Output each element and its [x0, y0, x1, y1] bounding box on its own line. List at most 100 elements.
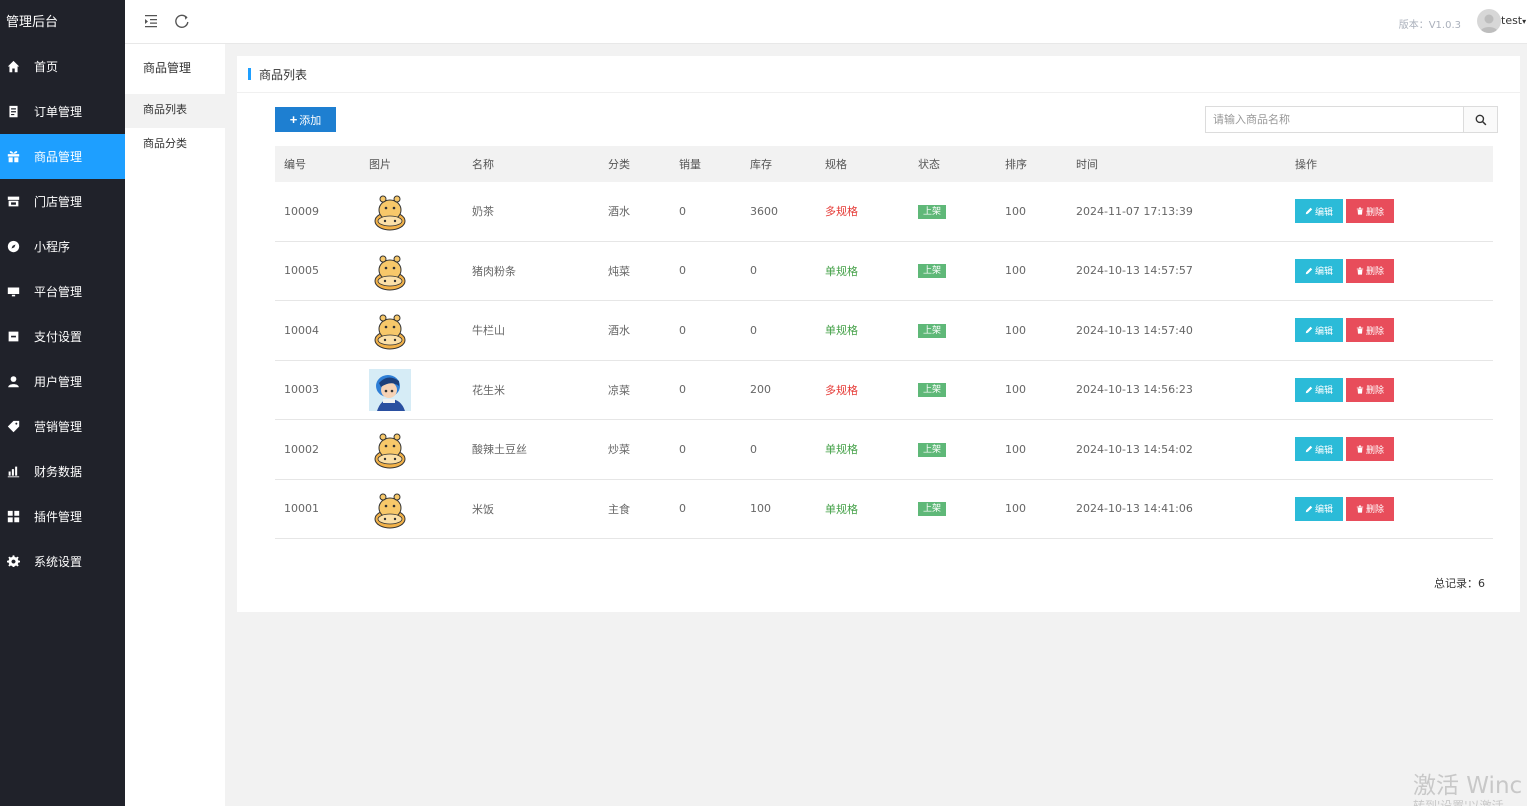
delete-button[interactable]: 删除 [1346, 258, 1394, 283]
cell-time: 2024-10-13 14:56:23 [1076, 383, 1193, 397]
user-avatar-icon [1480, 14, 1498, 33]
sidebar-item-label: 小程序 [34, 240, 71, 254]
sidebar-item-home[interactable]: 首页 [0, 44, 125, 89]
home-icon [6, 60, 20, 74]
status-badge: 上架 [918, 442, 947, 457]
cell-time: 2024-10-13 14:57:40 [1076, 323, 1193, 337]
plugin-icon [6, 510, 20, 524]
cell-id: 10003 [284, 383, 319, 397]
cell-time: 2024-10-13 14:41:06 [1076, 502, 1193, 516]
trash-icon [1356, 445, 1364, 453]
search-bar [1205, 106, 1498, 133]
gift-icon [6, 150, 20, 164]
sidebar-item-label: 支付设置 [34, 330, 83, 344]
edit-button[interactable]: 编辑 [1295, 377, 1343, 402]
cell-sort: 100 [1005, 502, 1026, 516]
edit-label: 编辑 [1314, 504, 1333, 515]
cell-category: 炖菜 [608, 264, 630, 278]
cell-name: 猪肉粉条 [472, 264, 516, 278]
search-input[interactable] [1206, 107, 1463, 132]
delete-button[interactable]: 删除 [1346, 377, 1394, 402]
delete-button[interactable]: 删除 [1346, 318, 1394, 343]
edit-button[interactable]: 编辑 [1295, 318, 1343, 343]
cell-sales: 0 [679, 502, 686, 516]
total-records: 总记录：6 [1434, 577, 1485, 590]
cell-sales: 0 [679, 323, 686, 337]
row-actions: 编辑 删除 [1295, 318, 1394, 343]
avatar[interactable] [1477, 9, 1501, 33]
pencil-icon [1305, 386, 1313, 393]
edit-button[interactable]: 编辑 [1295, 199, 1343, 224]
column-header: 库存 [750, 158, 772, 171]
cell-id: 10005 [284, 264, 319, 278]
pencil-icon [1305, 505, 1313, 512]
status-badge: 上架 [918, 264, 947, 279]
delete-button[interactable]: 删除 [1346, 437, 1394, 462]
add-product-button[interactable]: + 添加 [275, 107, 336, 132]
edit-button[interactable]: 编辑 [1295, 496, 1343, 521]
wallet-icon [6, 330, 20, 344]
secondary-sidebar: 商品管理 商品列表 商品分类 [125, 44, 225, 806]
delete-button[interactable]: 删除 [1346, 496, 1394, 521]
cell-sales: 0 [679, 264, 686, 278]
sidebar-item-marketing[interactable]: 营销管理 [0, 404, 125, 449]
refresh-icon [175, 14, 189, 28]
edit-button[interactable]: 编辑 [1295, 437, 1343, 462]
status-badge-wrap: 上架 [918, 442, 947, 457]
sidebar-item-products[interactable]: 商品管理 [0, 134, 125, 179]
cell-id: 10002 [284, 442, 319, 456]
sidebar-item-stores[interactable]: 门店管理 [0, 179, 125, 224]
subnav-item-product-category[interactable]: 商品分类 [125, 128, 225, 162]
refresh-button[interactable] [173, 12, 191, 30]
delete-label: 删除 [1365, 266, 1384, 277]
trash-icon [1356, 326, 1364, 334]
column-header: 名称 [472, 158, 494, 171]
column-header: 分类 [608, 158, 630, 171]
sidebar-item-label: 系统设置 [34, 555, 83, 569]
edit-label: 编辑 [1314, 385, 1333, 396]
sidebar-item-payment[interactable]: 支付设置 [0, 314, 125, 359]
tag-icon [6, 420, 20, 434]
card-header: 商品列表 [237, 56, 1520, 93]
column-header: 排序 [1005, 158, 1027, 171]
sidebar-item-platform[interactable]: 平台管理 [0, 269, 125, 314]
username-label: test [1501, 14, 1523, 27]
activation-watermark: 激活 Winc [1413, 773, 1523, 799]
sidebar-item-users[interactable]: 用户管理 [0, 359, 125, 404]
collapse-menu-button[interactable] [142, 12, 160, 30]
add-button-label: 添加 [299, 114, 322, 127]
status-badge: 上架 [918, 383, 947, 398]
sidebar-item-miniprogram[interactable]: 小程序 [0, 224, 125, 269]
product-table: 编号 图片 名称 分类 销量 库存 规格 状态 排序 时间 操作 10009 奶… [275, 146, 1493, 539]
edit-button[interactable]: 编辑 [1295, 258, 1343, 283]
username-dropdown[interactable]: test▾ [1501, 14, 1527, 27]
search-button[interactable] [1463, 107, 1497, 132]
table-header: 编号 图片 名称 分类 销量 库存 规格 状态 排序 时间 操作 [275, 146, 1493, 182]
gear-icon [6, 555, 20, 569]
cell-name: 花生米 [472, 383, 505, 397]
sidebar-item-finance[interactable]: 财务数据 [0, 449, 125, 494]
cell-stock: 200 [750, 383, 771, 397]
delete-label: 删除 [1365, 325, 1384, 336]
table-row: 10003 花生米 凉菜 0 200 多规格 上架 100 2024-10-13… [275, 361, 1493, 420]
status-badge: 上架 [918, 323, 947, 338]
sidebar-item-label: 首页 [34, 60, 59, 74]
search-icon [1475, 114, 1486, 125]
subnav-title: 商品管理 [143, 61, 192, 75]
sidebar-item-label: 平台管理 [34, 285, 83, 299]
status-badge-wrap: 上架 [918, 204, 947, 219]
cell-category: 凉菜 [608, 383, 630, 397]
cell-sort: 100 [1005, 442, 1026, 456]
pencil-icon [1305, 446, 1313, 453]
cell-name: 酸辣土豆丝 [472, 443, 527, 457]
sidebar-item-orders[interactable]: 订单管理 [0, 89, 125, 134]
sidebar-item-plugins[interactable]: 插件管理 [0, 494, 125, 539]
activation-watermark-sub: 转到'设置'以激活 [1413, 799, 1504, 806]
column-header: 编号 [284, 158, 306, 171]
column-header: 操作 [1295, 158, 1317, 171]
sidebar-item-settings[interactable]: 系统设置 [0, 539, 125, 584]
indent-icon [145, 15, 157, 28]
column-header: 销量 [679, 158, 701, 171]
subnav-item-product-list[interactable]: 商品列表 [125, 94, 225, 128]
delete-button[interactable]: 删除 [1346, 199, 1394, 224]
